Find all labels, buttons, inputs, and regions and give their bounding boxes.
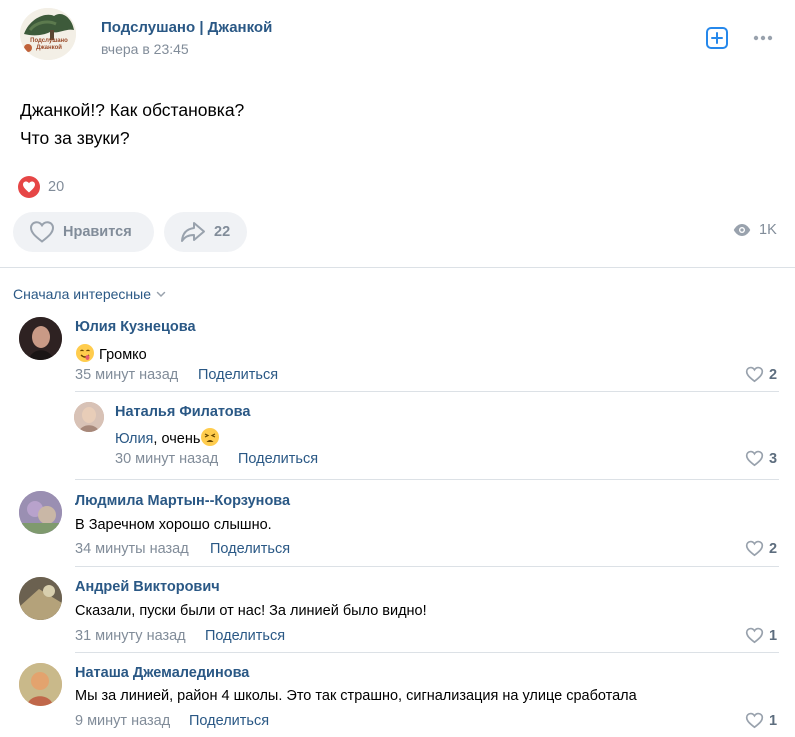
comment-reply: Наталья Филатова Юлия, очень 30 минут на…: [74, 402, 781, 476]
drooling-face-icon: [76, 344, 94, 362]
comment-time[interactable]: 35 минут назад: [75, 367, 178, 383]
post-time[interactable]: вчера в 23:45: [101, 41, 189, 57]
comment-mention[interactable]: Юлия: [115, 431, 153, 447]
comment-text: Юлия, очень: [115, 427, 220, 447]
comment-text-value: Громко: [99, 347, 147, 363]
post-text: Джанкой!? Как обстановка? Что за звуки?: [20, 96, 244, 152]
add-button[interactable]: [705, 26, 729, 50]
comment-author[interactable]: Андрей Викторович: [75, 579, 220, 595]
comment-divider: [75, 391, 779, 392]
comment: Наташа Джемалединова Мы за линией, район…: [19, 663, 781, 737]
comment-like-count: 2: [769, 366, 778, 383]
comment-time[interactable]: 34 минуты назад: [75, 541, 189, 557]
comment-divider: [75, 652, 779, 653]
heart-outline-icon: [745, 450, 764, 467]
comment-time[interactable]: 30 минут назад: [115, 451, 218, 467]
post-text-line: Джанкой!? Как обстановка?: [20, 100, 245, 120]
comment-share-link[interactable]: Поделиться: [238, 451, 318, 467]
plus-square-icon: [706, 27, 728, 49]
comment-text: Сказали, пуски были от нас! За линией бы…: [75, 603, 427, 619]
like-label: Нравится: [63, 224, 132, 240]
eye-icon: [733, 224, 751, 236]
comment-like-button[interactable]: 1: [745, 712, 777, 729]
more-button[interactable]: [751, 26, 775, 50]
comment-text: Громко: [75, 343, 147, 363]
comment-text: В Заречном хорошо слышно.: [75, 517, 272, 533]
comments-sort-dropdown[interactable]: Сначала интересные: [13, 286, 167, 302]
chevron-down-icon: [156, 291, 166, 298]
post-header: Подслушано Джанкой Подслушано | Джанкой …: [20, 8, 780, 60]
comment: Андрей Викторович Сказали, пуски были от…: [19, 577, 781, 651]
reactions-summary[interactable]: 20: [18, 176, 64, 198]
comment-author[interactable]: Юлия Кузнецова: [75, 319, 196, 335]
post-text-line: Что за звуки?: [20, 128, 130, 148]
comment-author[interactable]: Людмила Мартын--Корзунова: [75, 493, 290, 509]
shares-count: 22: [214, 224, 231, 240]
comment: Юлия Кузнецова Громко 35 минут назад Под…: [19, 317, 781, 391]
comment-like-button[interactable]: 2: [745, 366, 777, 383]
comment-time[interactable]: 9 минут назад: [75, 713, 170, 729]
tired-face-icon: [201, 428, 220, 446]
heart-outline-icon: [745, 540, 764, 557]
avatar[interactable]: [74, 402, 104, 432]
share-arrow-icon: [181, 222, 205, 242]
views-count: 1K: [759, 222, 777, 238]
more-dots-icon: [753, 35, 773, 41]
comment-time[interactable]: 31 минуту назад: [75, 628, 186, 644]
avatar[interactable]: [19, 577, 62, 620]
views-counter: 1K: [733, 222, 777, 238]
comment-like-count: 1: [769, 627, 778, 644]
heart-outline-icon: [745, 627, 764, 644]
comment-like-count: 3: [769, 450, 778, 467]
post-divider: [0, 267, 795, 268]
group-logo-icon: [20, 8, 76, 60]
comment-text-value: , очень: [153, 431, 201, 447]
heart-outline-icon: [745, 712, 764, 729]
avatar[interactable]: [19, 663, 62, 706]
comment: Людмила Мартын--Корзунова В Заречном хор…: [19, 491, 781, 565]
comment-share-link[interactable]: Поделиться: [198, 367, 278, 383]
share-button[interactable]: 22: [164, 212, 247, 252]
avatar[interactable]: [19, 491, 62, 534]
avatar[interactable]: [19, 317, 62, 360]
comment-share-link[interactable]: Поделиться: [189, 713, 269, 729]
heart-reaction-icon: [18, 176, 40, 198]
comment-like-button[interactable]: 2: [745, 540, 777, 557]
comment-like-button[interactable]: 3: [745, 450, 777, 467]
comment-divider: [75, 479, 779, 480]
comment-like-count: 1: [769, 712, 778, 729]
group-avatar[interactable]: Подслушано Джанкой: [20, 8, 76, 60]
reactions-count: 20: [48, 179, 65, 195]
comment-author[interactable]: Наталья Филатова: [115, 404, 250, 420]
group-name[interactable]: Подслушано | Джанкой: [101, 19, 272, 36]
comment-text: Мы за линией, район 4 школы. Это так стр…: [75, 688, 637, 704]
heart-outline-icon: [745, 366, 764, 383]
comment-divider: [75, 566, 779, 567]
comment-like-button[interactable]: 1: [745, 627, 777, 644]
comment-share-link[interactable]: Поделиться: [205, 628, 285, 644]
sort-label: Сначала интересные: [13, 286, 151, 302]
group-avatar-label: Подслушано Джанкой: [30, 38, 68, 51]
comment-share-link[interactable]: Поделиться: [210, 541, 290, 557]
comment-like-count: 2: [769, 540, 778, 557]
heart-outline-icon: [29, 221, 55, 243]
comment-author[interactable]: Наташа Джемалединова: [75, 665, 249, 681]
like-button[interactable]: Нравится: [13, 212, 154, 252]
